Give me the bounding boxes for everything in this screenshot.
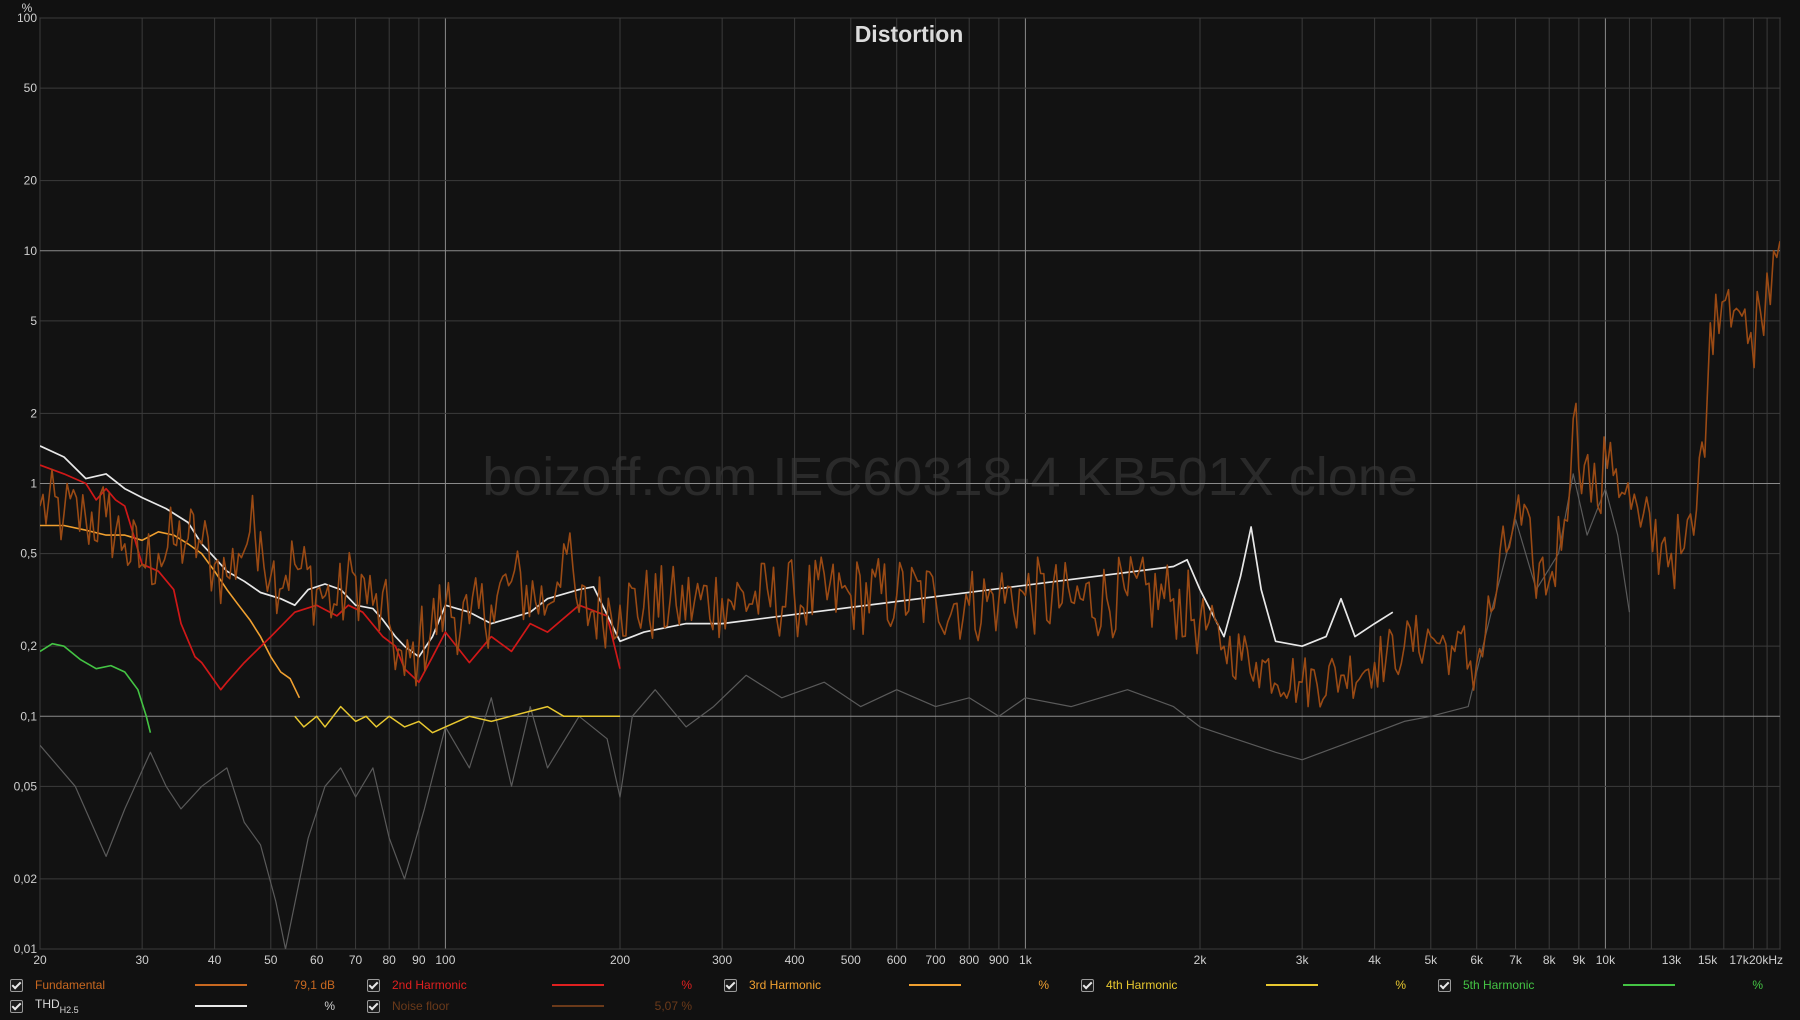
legend-label: 4th Harmonic xyxy=(1106,978,1178,992)
x-tick-label: 80 xyxy=(383,953,397,967)
y-tick-label: 50 xyxy=(24,81,38,95)
legend-value: % xyxy=(1038,978,1049,992)
legend-swatch xyxy=(552,984,604,986)
legend-item-noise-floor[interactable]: Noise floor 5,07 % xyxy=(367,997,692,1015)
legend-label: Noise floor xyxy=(392,999,450,1013)
legend-swatch xyxy=(552,1005,604,1007)
x-tick-label: 2k xyxy=(1194,953,1208,967)
legend-swatch xyxy=(1623,984,1675,986)
x-tick-label: 9k xyxy=(1573,953,1587,967)
legend-value: % xyxy=(681,978,692,992)
x-tick-label: 20kHz xyxy=(1749,953,1783,967)
legend-swatch xyxy=(1266,984,1318,986)
y-tick-label: 1 xyxy=(30,477,37,491)
legend-item-thd[interactable]: THDH2.5 % xyxy=(10,997,335,1015)
y-tick-label: 10 xyxy=(24,244,38,258)
legend-value: % xyxy=(1752,978,1763,992)
thd-subscript: H2.5 xyxy=(59,1005,79,1015)
legend-item-fundamental[interactable]: Fundamental 79,1 dB xyxy=(10,976,335,994)
x-tick-label: 500 xyxy=(841,953,861,967)
y-unit-label: % xyxy=(22,1,33,15)
legend-value: % xyxy=(1395,978,1406,992)
thd-label: THD xyxy=(35,997,60,1011)
distortion-chart: boizoff.com IEC60318-4 KB501X clone10050… xyxy=(14,1,1783,967)
legend-label: THDH2.5 xyxy=(35,997,195,1015)
y-tick-label: 0,02 xyxy=(14,872,38,886)
legend-swatch xyxy=(195,1005,247,1007)
y-tick-label: 0,1 xyxy=(20,709,37,723)
x-tick-label: 7k xyxy=(1509,953,1523,967)
x-tick-label: 90 xyxy=(412,953,426,967)
x-tick-label: 100 xyxy=(435,953,455,967)
x-tick-label: 70 xyxy=(349,953,363,967)
x-tick-label: 8k xyxy=(1543,953,1557,967)
3rd-harmonic-checkbox[interactable] xyxy=(724,978,737,992)
x-tick-label: 1k xyxy=(1019,953,1033,967)
legend: Fundamental 79,1 dB 2nd Harmonic % 3rd H… xyxy=(0,974,1800,1020)
x-tick-label: 30 xyxy=(135,953,149,967)
legend-label: 2nd Harmonic xyxy=(392,978,467,992)
x-tick-label: 13k xyxy=(1662,953,1682,967)
y-tick-label: 20 xyxy=(24,174,38,188)
legend-swatch xyxy=(909,984,961,986)
x-tick-label: 60 xyxy=(310,953,324,967)
x-tick-label: 4k xyxy=(1368,953,1382,967)
legend-label: 3rd Harmonic xyxy=(749,978,822,992)
y-tick-label: 0,5 xyxy=(20,547,37,561)
legend-swatch xyxy=(195,984,247,986)
x-tick-label: 700 xyxy=(926,953,946,967)
y-tick-label: 0,2 xyxy=(20,639,37,653)
legend-label: Fundamental xyxy=(35,978,106,992)
x-tick-label: 50 xyxy=(264,953,278,967)
x-tick-label: 300 xyxy=(712,953,732,967)
x-tick-label: 3k xyxy=(1296,953,1310,967)
thd-checkbox[interactable] xyxy=(10,999,23,1013)
x-tick-label: 6k xyxy=(1470,953,1484,967)
y-tick-label: 0,05 xyxy=(14,779,38,793)
legend-item-4th-harmonic[interactable]: 4th Harmonic % xyxy=(1081,976,1406,994)
x-tick-label: 17k xyxy=(1729,953,1749,967)
x-tick-label: 15k xyxy=(1698,953,1718,967)
y-tick-label: 5 xyxy=(30,314,37,328)
x-tick-label: 200 xyxy=(610,953,630,967)
x-tick-label: 20 xyxy=(33,953,47,967)
legend-item-2nd-harmonic[interactable]: 2nd Harmonic % xyxy=(367,976,692,994)
x-tick-label: 400 xyxy=(785,953,805,967)
x-tick-label: 5k xyxy=(1424,953,1438,967)
y-tick-label: 2 xyxy=(30,406,37,420)
2nd-harmonic-checkbox[interactable] xyxy=(367,978,380,992)
x-tick-label: 900 xyxy=(989,953,1009,967)
5th-harmonic-checkbox[interactable] xyxy=(1438,978,1451,992)
watermark-text: boizoff.com IEC60318-4 KB501X clone xyxy=(482,447,1418,507)
legend-value: 5,07 % xyxy=(654,999,692,1013)
fundamental-checkbox[interactable] xyxy=(10,978,23,992)
noise-floor-checkbox[interactable] xyxy=(367,999,380,1013)
legend-value: % xyxy=(324,999,335,1013)
x-tick-label: 10k xyxy=(1596,953,1616,967)
x-tick-label: 40 xyxy=(208,953,222,967)
legend-label: 5th Harmonic xyxy=(1463,978,1535,992)
x-tick-label: 600 xyxy=(887,953,907,967)
x-tick-label: 800 xyxy=(959,953,979,967)
legend-item-3rd-harmonic[interactable]: 3rd Harmonic % xyxy=(724,976,1049,994)
legend-item-5th-harmonic[interactable]: 5th Harmonic % xyxy=(1438,976,1763,994)
legend-value: 79,1 dB xyxy=(293,978,335,992)
chart-title: Distortion xyxy=(855,21,964,47)
4th-harmonic-checkbox[interactable] xyxy=(1081,978,1094,992)
